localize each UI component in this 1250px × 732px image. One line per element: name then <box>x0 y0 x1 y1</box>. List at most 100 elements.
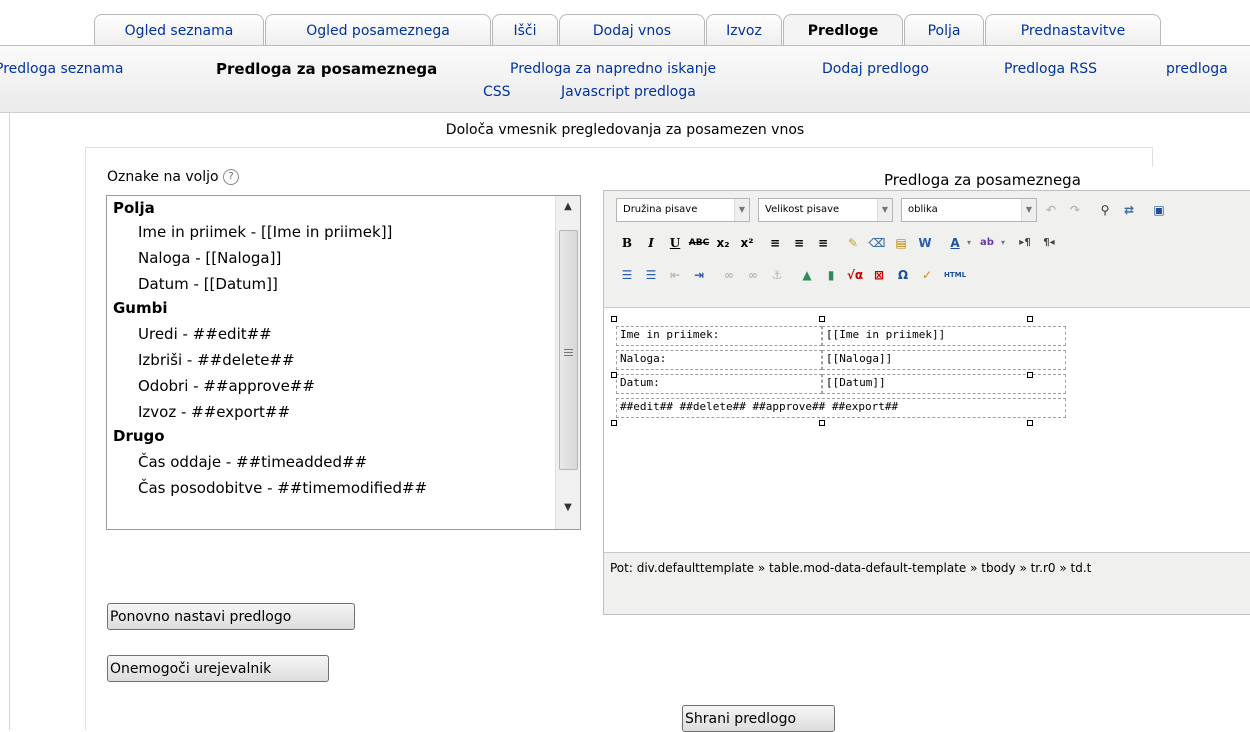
align-right-icon[interactable]: ≡ <box>812 232 834 254</box>
media-icon[interactable]: ▮ <box>820 264 842 286</box>
toolbar-row-1: Družina pisave ▼ Velikost pisave ▼ oblika ▼… <box>610 198 1250 224</box>
subscript-icon[interactable]: x₂ <box>712 232 734 254</box>
rtl-icon[interactable]: ¶◂ <box>1038 232 1060 254</box>
chevron-down-icon[interactable]: ▾ <box>964 232 974 254</box>
anchor-icon[interactable]: ⚓ <box>766 264 788 286</box>
scroll-up-icon[interactable]: ▲ <box>556 196 580 218</box>
editor-content-area[interactable]: Ime in priimek: [[Ime in priimek]] Nalog… <box>604 307 1250 553</box>
list-item[interactable]: Naloga - [[Naloga]] <box>138 249 281 267</box>
available-tags-list[interactable]: Polja Ime in priimek - [[Ime in priimek]… <box>106 195 581 530</box>
strikethrough-icon[interactable]: ABC <box>688 232 710 254</box>
indent-icon[interactable]: ⇥ <box>688 264 710 286</box>
subtab-list-template[interactable]: Predloga seznama <box>0 61 123 77</box>
dragmath-icon[interactable]: ⊠ <box>868 264 890 286</box>
template-cell[interactable]: Datum: <box>616 374 822 394</box>
text-color-icon[interactable]: A <box>944 232 966 254</box>
list-item[interactable]: Uredi - ##edit## <box>138 325 272 343</box>
list-item[interactable]: Izbriši - ##delete## <box>138 351 295 369</box>
redo-icon[interactable]: ↷ <box>1064 199 1086 221</box>
spellcheck-icon[interactable]: ✓ <box>916 264 938 286</box>
tab-search[interactable]: Išči <box>492 14 558 46</box>
tab-single-view[interactable]: Ogled posameznega <box>265 14 491 46</box>
subtab-advanced-search-template[interactable]: Predloga za napredno iskanje <box>510 61 716 77</box>
subtab-single-template[interactable]: Predloga za posameznega <box>216 60 437 78</box>
underline-icon[interactable]: U <box>664 232 686 254</box>
list-item[interactable]: Čas oddaje - ##timeadded## <box>138 453 367 471</box>
scroll-down-icon[interactable]: ▼ <box>556 497 580 519</box>
list-item[interactable]: Izvoz - ##export## <box>138 403 290 421</box>
highlight-color-icon[interactable]: ab <box>976 232 998 254</box>
tab-presets[interactable]: Prednastavitve <box>985 14 1161 46</box>
tab-export[interactable]: Izvoz <box>706 14 782 46</box>
subtab-template-more[interactable]: predloga <box>1166 61 1228 77</box>
superscript-icon[interactable]: x² <box>736 232 758 254</box>
math-icon[interactable]: √α <box>844 264 866 286</box>
ltr-icon[interactable]: ▸¶ <box>1014 232 1036 254</box>
undo-icon[interactable]: ↶ <box>1040 199 1062 221</box>
replace-icon[interactable]: ⇄ <box>1118 199 1140 221</box>
subtab-javascript-template[interactable]: Javascript predloga <box>561 84 696 100</box>
unordered-list-icon[interactable]: ☰ <box>616 264 638 286</box>
image-icon[interactable]: ▲ <box>796 264 818 286</box>
outdent-icon[interactable]: ⇤ <box>664 264 686 286</box>
format-select[interactable]: oblika ▼ <box>901 198 1037 222</box>
align-left-icon[interactable]: ≡ <box>764 232 786 254</box>
resize-handle[interactable] <box>819 420 825 426</box>
resize-handle[interactable] <box>1027 420 1033 426</box>
font-size-select[interactable]: Velikost pisave ▼ <box>758 198 893 222</box>
list-group[interactable]: Polja <box>113 199 155 217</box>
eraser-icon[interactable]: ⌫ <box>866 232 888 254</box>
subtab-css[interactable]: CSS <box>483 84 511 100</box>
special-char-icon[interactable]: Ω <box>892 264 914 286</box>
reset-template-button[interactable]: Ponovno nastavi predlogo <box>107 603 355 630</box>
align-center-icon[interactable]: ≡ <box>788 232 810 254</box>
scroll-thumb[interactable] <box>559 230 578 470</box>
font-family-select[interactable]: Družina pisave ▼ <box>616 198 750 222</box>
font-family-value: Družina pisave <box>623 204 698 215</box>
toolbar-row-2: B I U ABC x₂ x² ≡ ≡ ≡ ✎ ⌫ ▤ W A ▾ ab ▾ ▸… <box>610 231 1250 257</box>
paste-text-icon[interactable]: ▤ <box>890 232 912 254</box>
paste-word-icon[interactable]: W <box>914 232 936 254</box>
resize-handle[interactable] <box>611 372 617 378</box>
find-icon[interactable]: ⚲ <box>1094 199 1116 221</box>
ordered-list-icon[interactable]: ☰ <box>640 264 662 286</box>
unlink-icon[interactable]: ∞ <box>742 264 764 286</box>
resize-handle[interactable] <box>1027 372 1033 378</box>
disable-editor-button[interactable]: Onemogoči urejevalnik <box>107 655 329 682</box>
template-cell[interactable]: [[Ime in priimek]] <box>822 326 1066 346</box>
chevron-down-icon[interactable]: ▾ <box>998 232 1008 254</box>
list-item[interactable]: Čas posodobitve - ##timemodified## <box>138 479 427 497</box>
html-icon[interactable]: HTML <box>944 264 966 286</box>
list-item[interactable]: Ime in priimek - [[Ime in priimek]] <box>138 223 392 241</box>
subtab-add-template[interactable]: Dodaj predlogo <box>822 61 929 77</box>
tab-list-view[interactable]: Ogled seznama <box>94 14 264 46</box>
list-group[interactable]: Gumbi <box>113 299 168 317</box>
subtab-rss-template[interactable]: Predloga RSS <box>1004 61 1097 77</box>
list-scrollbar[interactable]: ▲ ▼ <box>555 196 580 529</box>
template-cell[interactable]: ##edit## ##delete## ##approve## ##export… <box>616 398 1066 418</box>
tab-add-entry[interactable]: Dodaj vnos <box>559 14 705 46</box>
save-template-button[interactable]: Shrani predlogo <box>682 705 835 732</box>
help-icon[interactable]: ? <box>223 169 240 185</box>
italic-icon[interactable]: I <box>640 232 662 254</box>
tab-templates[interactable]: Predloge <box>783 14 903 47</box>
cleanup-icon[interactable]: ✎ <box>842 232 864 254</box>
chevron-down-icon: ▼ <box>877 199 892 221</box>
template-cell[interactable]: [[Naloga]] <box>822 350 1066 370</box>
chevron-down-icon: ▼ <box>1021 199 1036 221</box>
template-cell[interactable]: Ime in priimek: <box>616 326 822 346</box>
resize-handle[interactable] <box>819 316 825 322</box>
list-group[interactable]: Drugo <box>113 427 165 445</box>
editor-title: Predloga za posameznega <box>884 171 1081 189</box>
link-icon[interactable]: ∞ <box>718 264 740 286</box>
template-cell[interactable]: Naloga: <box>616 350 822 370</box>
bold-icon[interactable]: B <box>616 232 638 254</box>
resize-handle[interactable] <box>1027 316 1033 322</box>
inner-border-left <box>85 147 86 730</box>
list-item[interactable]: Datum - [[Datum]] <box>138 275 278 293</box>
list-item[interactable]: Odobri - ##approve## <box>138 377 315 395</box>
resize-handle[interactable] <box>611 420 617 426</box>
tab-fields[interactable]: Polja <box>904 14 984 46</box>
resize-handle[interactable] <box>611 316 617 322</box>
fullscreen-icon[interactable]: ▣ <box>1148 199 1170 221</box>
